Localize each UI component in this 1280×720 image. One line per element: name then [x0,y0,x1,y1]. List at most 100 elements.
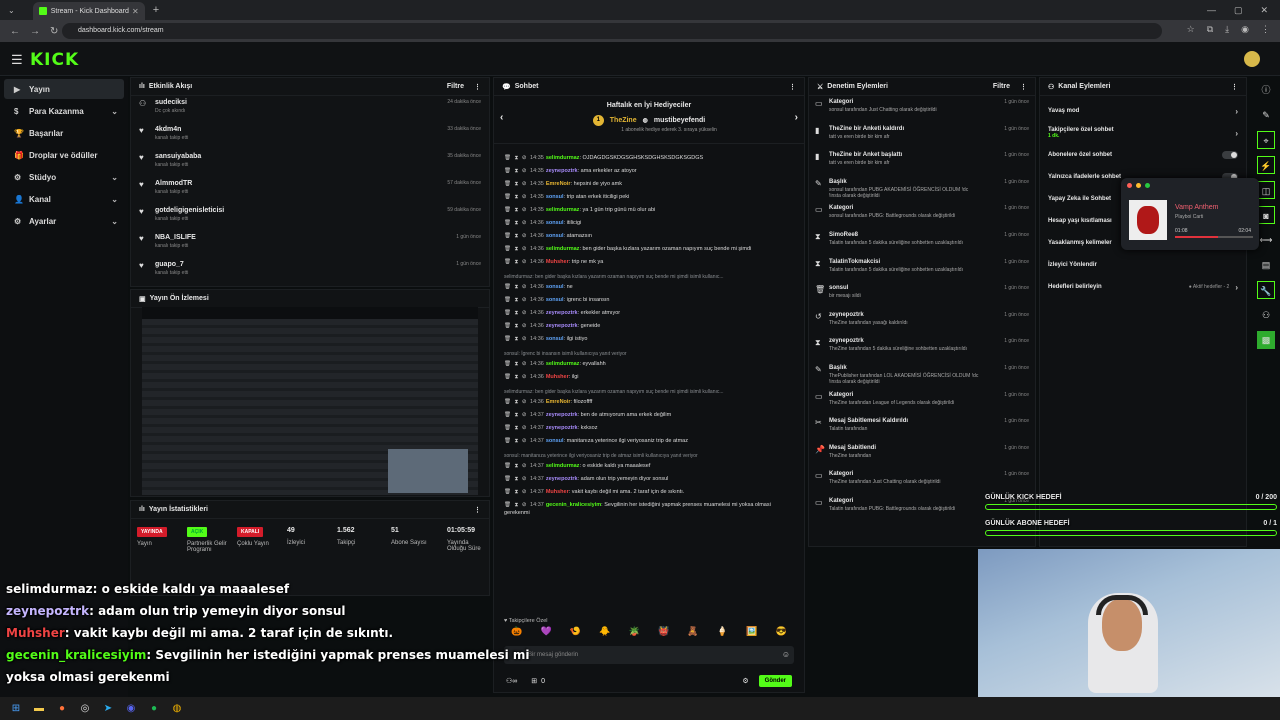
sidebar-item-4[interactable]: ⚙ Stüdyo ⌄ [4,167,124,187]
timeout-icon[interactable]: ⧗ [515,181,520,187]
target-icon[interactable]: ⌖ [1257,131,1275,149]
minimize-icon[interactable]: — [1207,5,1216,16]
ban-icon[interactable]: ⊘ [522,284,528,290]
delete-message-icon[interactable]: 🗑 [504,220,513,226]
channel-action-item[interactable]: İzleyici Yönlendir [1040,254,1246,276]
chat-username[interactable]: sonsul [546,336,564,342]
bookmark-star-icon[interactable]: ☆ [1187,24,1195,35]
moderation-item[interactable]: ▮ TheZine bir Anketi kaldırdı tatt vs eren… [809,123,1035,150]
emote-icon[interactable]: 🍤 [570,626,581,642]
chat-message[interactable]: 🗑 ⧗ ⊘ 14:36 Muhsher: trip ne mk ya [494,256,800,269]
timeout-icon[interactable]: ⧗ [515,259,520,265]
chat-message[interactable]: 🗑 ⧗ ⊘ 14:35 zeynepoztrk: ama erkekler az … [494,165,800,178]
timeout-icon[interactable]: ⧗ [515,438,520,444]
chat-username[interactable]: sonsul [546,233,564,239]
sidebar-item-3[interactable]: 🎁 Droplar ve ödüller [4,145,124,165]
delete-message-icon[interactable]: 🗑 [504,399,513,405]
chat-message[interactable]: 🗑 ⧗ ⊘ 14:36 selimdurmaz: eyvallahh [494,358,800,371]
chat-input[interactable]: Bir mesaj gönderin [504,646,794,664]
chat-username[interactable]: sonsul [546,297,564,303]
timeout-icon[interactable]: ⧗ [515,476,520,482]
delete-message-icon[interactable]: 🗑 [504,336,513,342]
obs-icon[interactable]: ◎ [79,703,91,714]
timeout-icon[interactable]: ⧗ [515,361,520,367]
ban-icon[interactable]: ⊘ [522,425,528,431]
channel-action-item[interactable]: Hedefleri belirleyin ● Aktif hedefler - 2… [1040,276,1246,298]
activity-item[interactable]: ♥ sansuiyababa kanalı takip etti 35 dakika … [131,150,489,177]
channel-action-item[interactable]: Takipçilere özel sohbet 1 dk. › [1040,122,1246,144]
player-max-dot[interactable] [1145,183,1150,188]
timeout-icon[interactable]: ⧗ [515,489,520,495]
moderation-item[interactable]: ▭ Kategori TheZine tarafından Just Chattin… [809,468,1035,495]
chat-username[interactable]: EmreNoir [546,181,571,187]
sidebar-item-2[interactable]: 🏆 Başarılar [4,123,124,143]
chevron-right-icon[interactable]: › [1235,107,1238,116]
sidebar-item-5[interactable]: 👤 Kanal ⌄ [4,189,124,209]
delete-message-icon[interactable]: 🗑 [504,207,513,213]
emote-icon[interactable]: 🎃 [511,626,522,642]
ban-icon[interactable]: ⊘ [522,220,528,226]
emote-icon[interactable]: 💜 [540,626,551,642]
timeout-icon[interactable]: ⧗ [515,194,520,200]
gift-box-icon[interactable]: ⊞ [531,677,537,685]
chat-username[interactable]: Muhsher [546,259,569,265]
windows-start-icon[interactable]: ⊞ [10,703,22,714]
timeout-icon[interactable]: ⧗ [515,463,520,469]
timeout-icon[interactable]: ⧗ [515,310,520,316]
file-explorer-icon[interactable]: ▬ [33,703,45,714]
reload-icon[interactable]: ↻ [50,26,58,37]
delete-message-icon[interactable]: 🗑 [504,194,513,200]
player-min-dot[interactable] [1136,183,1141,188]
timeout-icon[interactable]: ⧗ [515,220,520,226]
telegram-icon[interactable]: ➤ [102,703,114,714]
delete-message-icon[interactable]: 🗑 [504,489,513,495]
delete-message-icon[interactable]: 🗑 [504,361,513,367]
delete-message-icon[interactable]: 🗑 [504,246,513,252]
stream-preview-video[interactable] [142,307,478,495]
ban-icon[interactable]: ⊘ [522,412,528,418]
timeout-icon[interactable]: ⧗ [515,374,520,380]
activity-username[interactable]: NBA_ISLIFE [155,234,196,241]
delete-message-icon[interactable]: 🗑 [504,374,513,380]
activity-item[interactable]: ♥ 4kdm4n kanalı takip etti 33 dakika önce [131,123,489,150]
activity-username[interactable]: sudeciksi [155,99,187,106]
chat-username[interactable]: gecenin_kralicesiyim [546,502,601,508]
raid-icon[interactable]: ⟷ [1257,231,1275,249]
chat-username[interactable]: zeynepoztrk [546,323,578,329]
url-field[interactable]: dashboard.kick.com/stream [62,23,1162,39]
ban-icon[interactable]: ⊘ [522,207,528,213]
moderation-item[interactable]: ▮ TheZine bir Anket başlattı tatt vs eren … [809,149,1035,176]
users-icon[interactable]: ⚇∞ [506,677,517,685]
chat-message[interactable]: 🗑 ⧗ ⊘ 14:37 zeynepoztrk: adam olun trip y… [494,473,800,486]
chat-username[interactable]: selimdurmaz [546,246,580,252]
timeout-icon[interactable]: ⧗ [515,207,520,213]
gifters-next-icon[interactable]: › [795,112,798,123]
moderation-item[interactable]: ⧗ TalatinTokmakcisi Talatin tarafından 5 d… [809,256,1035,283]
moderation-item[interactable]: ↺ zeynepoztrk TheZine tarafından yasağı ka… [809,309,1035,336]
ban-icon[interactable]: ⊘ [522,502,528,508]
moderation-item[interactable]: ⧗ zeynepoztrk TheZine tarafından 5 dakika … [809,335,1035,362]
delete-message-icon[interactable]: 🗑 [504,476,513,482]
activity-item[interactable]: ⚇ sudeciksi Dc çok akındı 24 dakika önce [131,96,489,123]
timeout-icon[interactable]: ⧗ [515,336,520,342]
chat-message[interactable]: 🗑 ⧗ ⊘ 14:36 zeynepoztrk: geneide [494,320,800,333]
chat-settings-icon[interactable]: ⚙ [742,677,748,685]
chat-username[interactable]: zeynepoztrk [546,310,578,316]
stats-menu-icon[interactable]: ⋮ [474,506,481,514]
activity-username[interactable]: 4kdm4n [155,126,188,133]
activity-item[interactable]: ♥ AlmmodTR kanalı takip etti 57 dakika önce [131,177,489,204]
moderation-filter-button[interactable]: Filtre [993,83,1010,91]
activity-username[interactable]: gotdeligigenisleticisi [155,207,224,214]
chat-message[interactable]: 🗑 ⧗ ⊘ 14:36 EmreNoir: filozoffff [494,396,800,409]
emote-icon[interactable]: 🍦 [717,626,728,642]
ban-icon[interactable]: ⊘ [522,297,528,303]
activity-menu-icon[interactable]: ⋮ [474,83,481,91]
activity-item[interactable]: ♥ NBA_ISLIFE kanalı takip etti 1 gün önce [131,231,489,258]
gifters-prev-icon[interactable]: ‹ [500,112,503,123]
channel-action-item[interactable]: Yavaş mod › [1040,100,1246,122]
share-icon[interactable]: ⚇ [1257,306,1275,324]
activity-username[interactable]: guapo_7 [155,261,188,268]
chat-username[interactable]: zeynepoztrk [546,425,578,431]
ban-icon[interactable]: ⊘ [522,323,528,329]
spotify-icon[interactable]: ● [148,703,160,714]
